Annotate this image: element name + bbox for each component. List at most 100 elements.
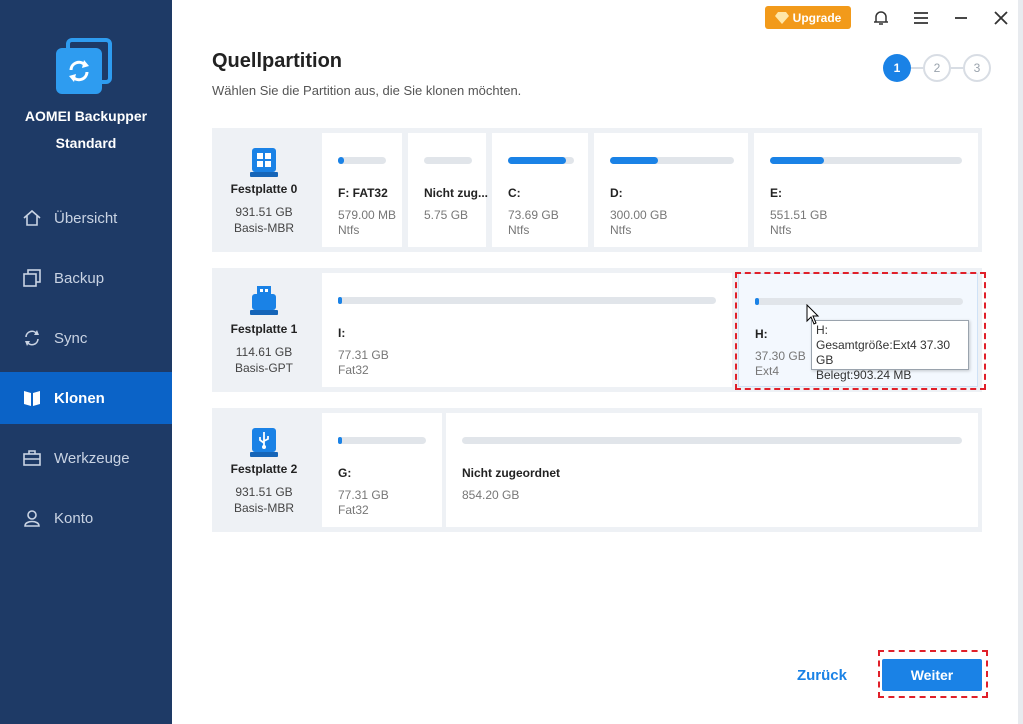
partition-label: F: FAT32 [338,186,388,200]
nav-label: Backup [54,269,105,287]
disk-name: Festplatte 1 [230,322,298,336]
windows-disk-icon [250,148,278,177]
user-icon [22,508,42,528]
disk-name: Festplatte 0 [230,182,298,196]
partition-label: C: [508,186,521,200]
partition-fs: Ntfs [338,223,360,237]
usage-bar [770,157,962,164]
clone-icon [22,388,42,408]
next-button[interactable]: Weiter [882,659,982,691]
usage-bar-fill [338,437,342,444]
step-connector [951,67,963,69]
partition-size: 579.00 MB [338,208,397,222]
partition-card[interactable]: I: 77.31 GB Fat32 [322,273,732,387]
close-icon[interactable] [991,8,1011,28]
mouse-cursor-icon [806,304,820,325]
nav-item-account[interactable]: Konto [0,492,172,544]
usage-bar [338,437,426,444]
sync-arrows-icon [69,60,89,82]
disk-card[interactable]: Festplatte 2 931.51 GB Basis-MBR [212,408,316,532]
sync-icon [22,328,42,348]
tooltip-line: Gesamtgröße:Ext4 37.30 GB [816,338,951,367]
disk-name: Festplatte 2 [230,462,298,476]
step-3: 3 [963,54,991,82]
partition-size: 73.69 GB [508,208,559,222]
app-logo [56,38,114,96]
nav-label: Sync [54,329,88,347]
app-edition: Standard [55,135,117,151]
disk-card[interactable]: Festplatte 0 931.51 GB Basis-MBR [212,128,316,252]
upgrade-button[interactable]: Upgrade [765,6,851,29]
toolbox-icon [22,448,42,468]
usage-bar [462,437,962,444]
usage-bar [610,157,734,164]
usage-bar-fill [508,157,566,164]
partition-size: 77.31 GB [338,488,389,502]
partition-fs: Ntfs [610,223,632,237]
nav-item-overview[interactable]: Übersicht [0,192,172,244]
partition-label: Nicht zug... [424,186,488,200]
page-subtitle: Wählen Sie die Partition aus, die Sie kl… [212,83,522,98]
menu-icon[interactable] [911,8,931,28]
partition-card[interactable]: F: FAT32 579.00 MB Ntfs [322,133,402,247]
usage-bar [424,157,472,164]
step-connector [911,67,923,69]
tooltip-line: Belegt:903.24 MB [816,368,912,382]
partition-fs: Ntfs [508,223,530,237]
step-1: 1 [883,54,911,82]
usage-bar [338,157,386,164]
disk-type: Basis-MBR [233,501,294,515]
upgrade-label: Upgrade [792,10,842,25]
usage-bar-fill [770,157,824,164]
usage-bar [338,297,716,304]
partition-size: 854.20 GB [462,488,520,502]
usb-disk-icon [250,286,278,315]
partition-size: 5.75 GB [424,208,469,222]
partition-card[interactable]: Nicht zugeordnet 854.20 GB [446,413,978,527]
app-name: AOMEI Backupper [24,108,148,124]
partition-card[interactable]: D: 300.00 GB Ntfs [594,133,748,247]
partition-card[interactable]: Nicht zug... 5.75 GB [408,133,488,247]
partition-label: E: [770,186,782,200]
partition-size: 551.51 GB [770,208,828,222]
nav-label: Übersicht [54,209,118,227]
disk-size: 114.61 GB [235,345,293,359]
nav-label: Klonen [54,389,105,407]
partition-label: Nicht zugeordnet [462,466,560,480]
disk-card[interactable]: Festplatte 1 114.61 GB Basis-GPT [212,268,316,392]
nav-label: Konto [54,509,94,527]
partition-fs: Ntfs [770,223,792,237]
partition-label: G: [338,466,352,480]
usb-symbol-disk-icon [250,428,278,457]
minimize-icon[interactable] [951,8,971,28]
usage-bar-fill [338,297,342,304]
bell-icon[interactable] [871,8,891,28]
nav-item-backup[interactable]: Backup [0,252,172,304]
disk-size: 931.51 GB [235,485,293,499]
nav-item-clone[interactable]: Klonen [0,372,172,424]
partition-tooltip: H: Gesamtgröße:Ext4 37.30 GB Belegt:903.… [811,320,969,382]
partition-size: 300.00 GB [610,208,668,222]
usage-bar-fill [338,157,344,164]
nav-item-tools[interactable]: Werkzeuge [0,432,172,484]
disk-type: Basis-MBR [233,221,294,235]
disk-size: 931.51 GB [235,205,293,219]
nav-item-sync[interactable]: Sync [0,312,172,364]
partition-fs: Fat32 [338,503,369,517]
backup-icon [22,268,42,288]
disk-row-0: Festplatte 0 931.51 GB Basis-MBR F: FAT3… [212,128,982,252]
disk-type: Basis-GPT [234,361,293,375]
usage-bar-fill [610,157,658,164]
partition-fs: Fat32 [338,363,369,377]
page-title: Quellpartition [212,50,342,72]
home-icon [22,208,42,228]
sidebar: AOMEI Backupper Standard Übersicht Backu… [0,0,172,724]
partition-card[interactable]: C: 73.69 GB Ntfs [492,133,588,247]
diamond-icon [774,11,789,24]
partition-label: I: [338,326,346,340]
partition-card[interactable]: E: 551.51 GB Ntfs [754,133,978,247]
partition-size: 77.31 GB [338,348,389,362]
back-button[interactable]: Zurück [786,660,858,690]
partition-card[interactable]: G: 77.31 GB Fat32 [322,413,442,527]
disk-row-2: Festplatte 2 931.51 GB Basis-MBR G: 77.3… [212,408,982,532]
